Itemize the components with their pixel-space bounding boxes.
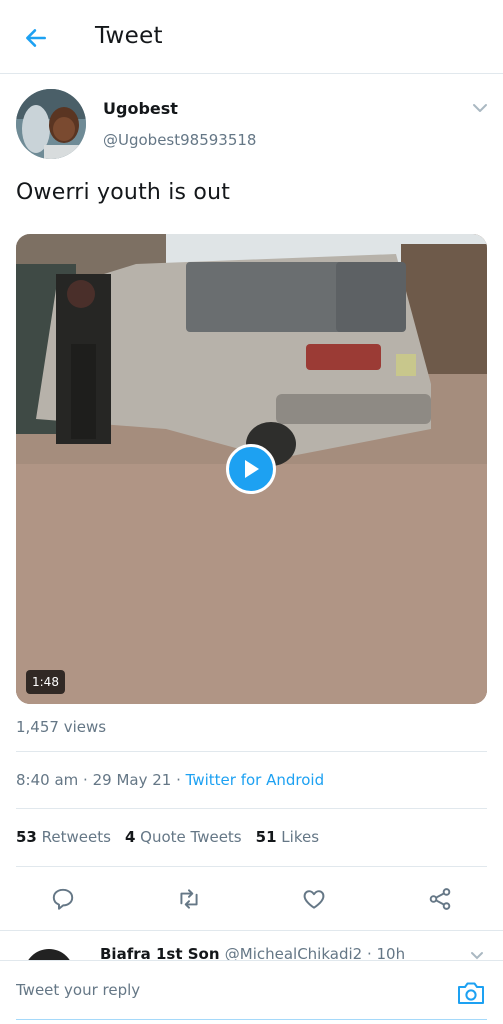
tweet-text: Owerri youth is out (16, 180, 231, 205)
retweet-icon (180, 889, 198, 909)
separator-dot: · (83, 771, 93, 789)
retweets-label: Retweets (41, 828, 111, 846)
tweet-source-link[interactable]: Twitter for Android (186, 771, 324, 789)
author-handle[interactable]: @Ugobest98593518 (103, 131, 256, 149)
reply-button[interactable] (48, 884, 78, 914)
quotes-stat[interactable]: 4 Quote Tweets (125, 828, 242, 846)
reply-composer (0, 960, 503, 1024)
reply-author-name: Biafra 1st Son (100, 945, 220, 960)
tweet-date: 29 May 21 (92, 771, 172, 789)
composer-underline (16, 1019, 487, 1020)
reply-time: 10h (376, 945, 406, 960)
divider (16, 751, 487, 752)
share-button[interactable] (425, 884, 455, 914)
engagement-stats: 53 Retweets 4 Quote Tweets 51 Likes (16, 828, 319, 846)
play-button[interactable] (226, 444, 276, 494)
video-player[interactable]: 1:48 (16, 234, 487, 704)
likes-stat[interactable]: 51 Likes (256, 828, 319, 846)
tweet-timestamp: 8:40 am · 29 May 21 · Twitter for Androi… (16, 771, 324, 789)
view-count: 1,457 views (16, 718, 107, 736)
camera-icon[interactable] (456, 979, 486, 1007)
reply-icon (52, 888, 74, 910)
retweets-stat[interactable]: 53 Retweets (16, 828, 111, 846)
divider (16, 866, 487, 867)
retweets-count: 53 (16, 828, 37, 846)
quotes-count: 4 (124, 828, 136, 846)
reply-author-handle: @MichealChikadi2 (224, 945, 363, 960)
play-icon (245, 460, 259, 478)
heart-icon (303, 890, 325, 909)
arrow-left-icon (26, 29, 46, 47)
chevron-down-icon[interactable] (468, 949, 486, 960)
share-icon (429, 888, 451, 910)
video-duration: 1:48 (26, 670, 65, 694)
top-bar: Tweet (0, 0, 503, 74)
reply-input[interactable] (16, 981, 436, 999)
reply-preview[interactable]: Biafra 1st Son @MichealChikadi2 · 10h (0, 930, 503, 960)
reply-author: Biafra 1st Son @MichealChikadi2 · 10h (100, 945, 405, 960)
likes-count: 51 (255, 828, 277, 846)
page-title: Tweet (95, 23, 163, 49)
retweet-button[interactable] (174, 884, 204, 914)
separator-dot: · (176, 771, 186, 789)
author-name[interactable]: Ugobest (103, 99, 178, 118)
likes-label: Likes (281, 828, 320, 846)
separator-dot: · (362, 945, 377, 960)
reply-avatar[interactable] (24, 949, 74, 960)
divider (16, 808, 487, 809)
chevron-down-icon[interactable] (470, 100, 490, 116)
quotes-label: Quote Tweets (140, 828, 242, 846)
like-button[interactable] (299, 884, 329, 914)
avatar[interactable] (16, 89, 86, 159)
back-button[interactable] (20, 22, 52, 54)
tweet-time: 8:40 am (16, 771, 79, 789)
